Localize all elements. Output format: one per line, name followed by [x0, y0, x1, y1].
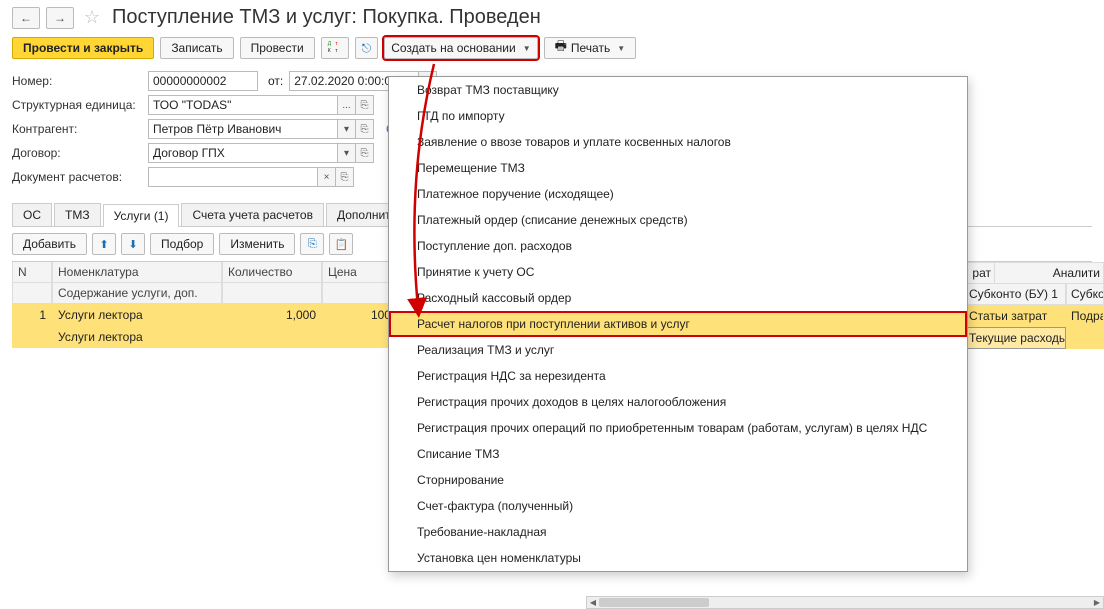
tab-os[interactable]: ОС — [12, 203, 52, 226]
org-label: Структурная единица: — [12, 98, 142, 112]
post-button[interactable]: Провести — [240, 37, 315, 59]
move-down-button[interactable]: ⬇ — [121, 233, 145, 255]
docrasch-open-button[interactable]: ⎘ — [336, 167, 354, 187]
chevron-down-icon: ▼ — [523, 44, 531, 53]
create-based-on-menu: Возврат ТМЗ поставщикуГТД по импортуЗаяв… — [388, 76, 968, 572]
contract-dropdown-button[interactable]: ▾ — [338, 143, 356, 163]
col-content[interactable]: Содержание услуги, доп. — [52, 283, 222, 304]
structure-button[interactable]: ⎋ — [355, 37, 379, 59]
col-analytics[interactable]: Аналити — [994, 262, 1104, 284]
menu-item[interactable]: Счет-фактура (полученный) — [389, 493, 967, 519]
col-n[interactable]: N — [12, 262, 52, 283]
tab-accounts[interactable]: Счета учета расчетов — [181, 203, 323, 226]
menu-item[interactable]: Списание ТМЗ — [389, 441, 967, 467]
arrow-right-icon: → — [54, 11, 66, 25]
contragent-open-button[interactable]: ⎘ — [356, 119, 374, 139]
favorite-star-icon[interactable]: ☆ — [80, 7, 104, 29]
cell-content[interactable]: Услуги лектора — [52, 326, 222, 348]
add-row-button[interactable]: Добавить — [12, 233, 87, 255]
menu-item[interactable]: Установка цен номенклатуры — [389, 545, 967, 571]
menu-item[interactable]: Расходный кассовый ордер — [389, 285, 967, 311]
org-more-button[interactable]: ... — [338, 95, 356, 115]
tab-services[interactable]: Услуги (1) — [103, 204, 180, 227]
menu-item[interactable]: Платежный ордер (списание денежных средс… — [389, 207, 967, 233]
cell-n[interactable]: 1 — [12, 304, 52, 326]
tab-tmz[interactable]: ТМЗ — [54, 203, 101, 226]
cell-statyi-zatrat[interactable]: Статьи затрат — [964, 305, 1066, 327]
cell-podra[interactable]: Подра — [1066, 305, 1104, 327]
cell-qty[interactable]: 1,000 — [222, 304, 322, 326]
menu-item[interactable]: Заявление о ввозе товаров и уплате косве… — [389, 129, 967, 155]
arrow-up-icon: ⬆ — [99, 238, 108, 251]
move-up-button[interactable]: ⬆ — [92, 233, 116, 255]
menu-item[interactable]: Требование-накладная — [389, 519, 967, 545]
menu-item[interactable]: Расчет налогов при поступлении активов и… — [389, 311, 967, 337]
col-qty[interactable]: Количество — [222, 262, 322, 283]
print-label: Печать — [571, 41, 610, 55]
copy-icon: ⎘ — [308, 238, 317, 251]
paste-button[interactable]: 📋 — [329, 233, 353, 255]
scroll-thumb[interactable] — [599, 598, 709, 607]
docrasch-label: Документ расчетов: — [12, 170, 142, 184]
contragent-dropdown-button[interactable]: ▾ — [338, 119, 356, 139]
org-field[interactable]: ТОО "TODAS" — [148, 95, 338, 115]
nav-forward-button[interactable]: → — [46, 7, 74, 29]
copy-button[interactable]: ⎘ — [300, 233, 324, 255]
selection-button[interactable]: Подбор — [150, 233, 214, 255]
col-spend-suffix: рат — [964, 262, 994, 284]
create-based-on-button[interactable]: Создать на основании ▼ — [384, 37, 537, 59]
docrasch-field[interactable] — [148, 167, 318, 187]
page-title: Поступление ТМЗ и услуг: Покупка. Провед… — [112, 6, 541, 29]
contract-open-button[interactable]: ⎘ — [356, 143, 374, 163]
col-subconto-bu-1[interactable]: Субконто (БУ) 1 — [964, 284, 1066, 305]
structure-icon: ⎋ — [362, 41, 372, 56]
contract-field[interactable]: Договор ГПХ — [148, 143, 338, 163]
scroll-right-button[interactable]: ▶ — [1091, 597, 1103, 608]
menu-item[interactable]: Принятие к учету ОС — [389, 259, 967, 285]
table-row[interactable]: Текущие расходы — [964, 327, 1104, 349]
table-row[interactable]: Статьи затрат Подра — [964, 305, 1104, 327]
contragent-label: Контрагент: — [12, 122, 142, 136]
nav-back-button[interactable]: ← — [12, 7, 40, 29]
contract-label: Договор: — [12, 146, 142, 160]
col-nomen[interactable]: Номенклатура — [52, 262, 222, 283]
number-field[interactable]: 00000000002 — [148, 71, 258, 91]
docrasch-clear-button[interactable]: × — [318, 167, 336, 187]
right-columns-fragment: рат Аналити Субконто (БУ) 1 Субко Статьи… — [964, 262, 1104, 349]
number-label: Номер: — [12, 74, 142, 88]
menu-item[interactable]: Регистрация прочих доходов в целях налог… — [389, 389, 967, 415]
print-button[interactable]: 🖶 Печать ▼ — [544, 37, 637, 59]
arrow-left-icon: ← — [20, 11, 32, 25]
org-open-button[interactable]: ⎘ — [356, 95, 374, 115]
menu-item[interactable]: ГТД по импорту — [389, 103, 967, 129]
menu-item[interactable]: Перемещение ТМЗ — [389, 155, 967, 181]
cell-expenses[interactable]: Текущие расходы — [964, 327, 1066, 349]
cell-nomen[interactable]: Услуги лектора — [52, 304, 222, 326]
paste-icon: 📋 — [335, 238, 349, 251]
menu-item[interactable]: Сторнирование — [389, 467, 967, 493]
post-and-close-button[interactable]: Провести и закрыть — [12, 37, 154, 59]
menu-item[interactable]: Регистрация НДС за нерезидента — [389, 363, 967, 389]
horizontal-scrollbar[interactable]: ◀ ▶ — [586, 596, 1104, 609]
dr-cr-button[interactable]: ДтКт — [321, 37, 349, 59]
menu-item[interactable]: Поступление доп. расходов — [389, 233, 967, 259]
printer-icon: 🖶 — [555, 37, 567, 59]
chevron-down-icon: ▼ — [617, 44, 625, 53]
menu-item[interactable]: Платежное поручение (исходящее) — [389, 181, 967, 207]
col-subconto-2[interactable]: Субко — [1066, 284, 1104, 305]
arrow-down-icon: ⬇ — [128, 238, 137, 251]
menu-item[interactable]: Возврат ТМЗ поставщику — [389, 77, 967, 103]
record-button[interactable]: Записать — [160, 37, 233, 59]
contragent-field[interactable]: Петров Пётр Иванович — [148, 119, 338, 139]
menu-item[interactable]: Регистрация прочих операций по приобрете… — [389, 415, 967, 441]
from-label: от: — [268, 74, 283, 88]
col-n-sub — [12, 283, 52, 304]
dtkt-icon: ДтКт — [328, 42, 342, 54]
scroll-left-button[interactable]: ◀ — [587, 597, 599, 608]
create-based-on-label: Создать на основании — [391, 41, 516, 55]
menu-item[interactable]: Реализация ТМЗ и услуг — [389, 337, 967, 363]
change-button[interactable]: Изменить — [219, 233, 295, 255]
